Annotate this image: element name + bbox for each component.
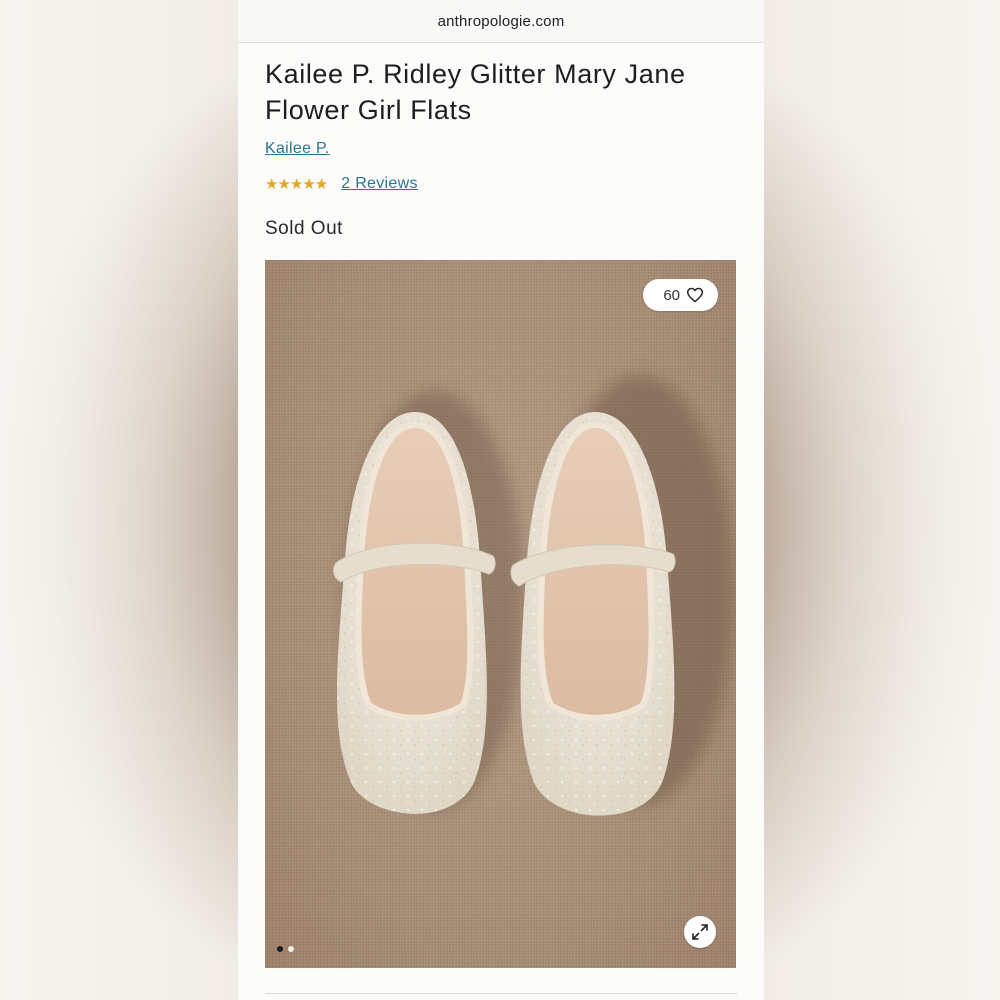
rating-row: ★★★★★ 2 Reviews — [265, 175, 418, 193]
expand-icon — [692, 924, 708, 940]
product-image-carousel[interactable]: 60 — [265, 260, 736, 968]
right-shoe — [510, 412, 676, 816]
favorite-count: 60 — [663, 286, 680, 304]
heart-icon — [687, 287, 703, 303]
carousel-pagination — [277, 946, 294, 952]
availability-status: Sold Out — [265, 218, 343, 239]
reviews-link[interactable]: 2 Reviews — [341, 175, 418, 193]
background-blur-right — [760, 0, 1000, 1000]
carousel-dot-2[interactable] — [288, 946, 294, 952]
divider — [265, 993, 737, 994]
product-photo — [333, 375, 735, 816]
background-blur-left — [0, 0, 240, 1000]
mobile-page: anthropologie.com Kailee P. Ridley Glitt… — [238, 0, 764, 1000]
product-title: Kailee P. Ridley Glitter Mary Jane Flowe… — [265, 59, 686, 125]
brand-link[interactable]: Kailee P. — [265, 140, 330, 158]
expand-image-button[interactable] — [684, 916, 716, 948]
url-text: anthropologie.com — [437, 12, 565, 30]
star-rating: ★★★★★ — [265, 176, 328, 193]
carousel-dot-1[interactable] — [277, 946, 283, 952]
address-bar[interactable]: anthropologie.com — [238, 0, 764, 43]
favorite-button[interactable]: 60 — [643, 279, 718, 311]
